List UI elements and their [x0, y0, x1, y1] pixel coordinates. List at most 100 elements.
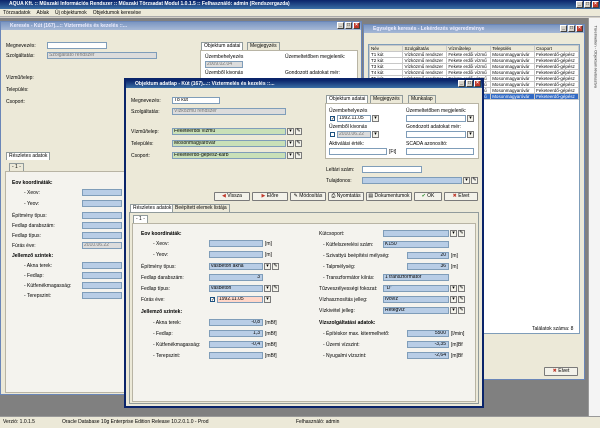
menu-item-objektumok-keresese[interactable]: Objektumok keresése	[93, 9, 141, 16]
building-edit-button[interactable]: ✎	[295, 128, 302, 135]
close-icon[interactable]: ×	[474, 80, 481, 87]
parallel-dropdown[interactable]: ▾	[467, 115, 474, 122]
roof-type-input[interactable]: vasbeton	[209, 285, 263, 292]
x-input[interactable]	[209, 240, 263, 247]
close-icon[interactable]: ×	[592, 1, 599, 8]
kutcsoport-input[interactable]	[383, 230, 449, 237]
tulajdonos-dropdown[interactable]: ▾	[463, 177, 470, 184]
sub-tab-1[interactable]: - 1 -	[133, 215, 148, 223]
vizhaszn-dropdown[interactable]: ▾	[450, 296, 457, 303]
tuzveszely-input[interactable]: "D"	[383, 285, 449, 292]
parallel-input[interactable]	[406, 115, 466, 122]
maximize-icon[interactable]: □	[568, 25, 575, 32]
beepitett-input[interactable]: 20	[407, 252, 449, 259]
vizhaszn-edit[interactable]: ✎	[458, 296, 465, 303]
tab-detail-data[interactable]: Részletes adatok	[130, 204, 175, 212]
terr-input[interactable]: -0,8	[209, 319, 263, 326]
search-kut-input[interactable]	[82, 282, 122, 289]
maximize-icon[interactable]: □	[466, 80, 473, 87]
tab-worksheet[interactable]: Munkalap	[408, 95, 436, 103]
kutcsoport-edit[interactable]: ✎	[458, 230, 465, 237]
decom-date-picker[interactable]: ▾	[372, 131, 379, 138]
build-type-dropdown[interactable]: ▾	[264, 263, 271, 270]
leltari-input[interactable]	[362, 166, 422, 173]
kut-input[interactable]: -0,4	[209, 341, 263, 348]
tab-built-in-elements[interactable]: Beépített elemek listája	[172, 204, 230, 212]
vizhaszn-input[interactable]: Ivóvíz	[383, 296, 449, 303]
minimize-icon[interactable]: _	[337, 22, 344, 29]
roof-count-input[interactable]: 3	[209, 274, 263, 281]
build-type-edit[interactable]: ✎	[272, 263, 279, 270]
drill-date-input[interactable]: 1992.11.05	[217, 296, 263, 303]
object-name-input[interactable]: T8 kút	[172, 97, 220, 104]
decom-checkbox[interactable]	[330, 132, 335, 137]
object-building-input[interactable]: Feketeerdői vízmű	[172, 128, 286, 135]
search-sub-tab[interactable]: - 1 -	[9, 163, 24, 171]
print-button[interactable]: ⎙ Nyomtatás	[328, 192, 364, 201]
vizkivetel-dropdown[interactable]: ▾	[450, 307, 457, 314]
tab-object-data[interactable]: Objektum adatai	[326, 95, 369, 103]
close-icon[interactable]: ×	[576, 25, 583, 32]
terep-input[interactable]	[209, 352, 263, 359]
settlement-dropdown-button[interactable]: ▾	[287, 140, 294, 147]
search-tab-object-data[interactable]: Objektum adatai	[201, 42, 244, 50]
search-service-input[interactable]: Szolgáltató rendszer	[47, 52, 157, 59]
uzemi-input[interactable]: -3,35	[407, 341, 449, 348]
y-input[interactable]	[209, 251, 263, 258]
maximize-icon[interactable]: □	[345, 22, 352, 29]
active-value-input[interactable]	[329, 148, 387, 155]
tab-note[interactable]: Megjegyzés	[370, 95, 403, 103]
usage-date-input[interactable]: 1992.11.05	[337, 115, 371, 122]
menu-item-torzsadatok[interactable]: Törzsadatok	[3, 9, 31, 16]
result-close-button[interactable]: ✖ Elvet	[544, 367, 578, 376]
search-detail-tab[interactable]: Részletes adatok	[6, 152, 51, 160]
documents-button[interactable]: ▤ Dokumentumok	[366, 192, 412, 201]
scada-input[interactable]	[406, 148, 474, 155]
gondoz-dropdown[interactable]: ▾	[467, 131, 474, 138]
transzf-input[interactable]: 1 transzformátor	[383, 274, 449, 281]
search-y-input[interactable]	[82, 200, 122, 207]
maximize-icon[interactable]: □	[584, 1, 591, 8]
tulajdonos-edit[interactable]: ✎	[471, 177, 478, 184]
close-icon[interactable]: ×	[353, 22, 360, 29]
minimize-icon[interactable]: _	[458, 80, 465, 87]
build-type-input[interactable]: vasbeton akna	[209, 263, 263, 270]
vizkivetel-input[interactable]: Rétegvíz	[383, 307, 449, 314]
search-name-input[interactable]	[47, 42, 107, 49]
group-edit-button[interactable]: ✎	[295, 152, 302, 159]
forward-button[interactable]: ▶ Előre	[252, 192, 288, 201]
drill-checkbox[interactable]: ✓	[210, 297, 215, 303]
menu-item-ablak[interactable]: Ablak	[37, 9, 50, 16]
fedlap-input[interactable]: 1,3	[209, 330, 263, 337]
object-group-input[interactable]: Feketeerdő-gépész-karb	[172, 152, 286, 159]
edit-button[interactable]: ✎ Módosítás	[290, 192, 326, 201]
search-x-input[interactable]	[82, 189, 122, 196]
ok-button[interactable]: ✔ OK	[414, 192, 442, 201]
search-terep-input[interactable]	[82, 292, 122, 299]
search-drill-date[interactable]: 2010.06.22	[82, 242, 122, 249]
decom-date-input[interactable]: 2010.06.22	[337, 131, 371, 138]
cancel-button[interactable]: ✖ Elvet	[444, 192, 478, 201]
kutcsoport-dropdown[interactable]: ▾	[450, 230, 457, 237]
szurocso-input[interactable]: K150	[383, 241, 449, 248]
object-service-input[interactable]: Vízközmű rendszer	[172, 108, 286, 115]
search-fedlap-input[interactable]	[82, 272, 122, 279]
talpmelyseg-input[interactable]: 36	[407, 263, 449, 270]
gondoz-input[interactable]	[406, 131, 466, 138]
settlement-edit-button[interactable]: ✎	[295, 140, 302, 147]
object-settlement-input[interactable]: Mosonmagyaróvár	[172, 140, 286, 147]
search-roof-type-input[interactable]	[82, 232, 122, 239]
roof-type-dropdown[interactable]: ▾	[264, 285, 271, 292]
vizkivetel-edit[interactable]: ✎	[458, 307, 465, 314]
minimize-icon[interactable]: _	[576, 1, 583, 8]
search-tab-note[interactable]: Megjegyzés	[247, 42, 280, 50]
search-terr-input[interactable]	[82, 262, 122, 269]
nyugalmi-input[interactable]: -2,64	[407, 352, 449, 359]
tuzveszely-edit[interactable]: ✎	[458, 285, 465, 292]
minimize-icon[interactable]: _	[560, 25, 567, 32]
usage-checkbox[interactable]: ✓	[330, 116, 335, 122]
tulajdonos-input[interactable]	[362, 177, 462, 184]
building-dropdown-button[interactable]: ▾	[287, 128, 294, 135]
usage-date-picker[interactable]: ▾	[372, 115, 379, 122]
epitett-input[interactable]: 5500	[407, 330, 449, 337]
